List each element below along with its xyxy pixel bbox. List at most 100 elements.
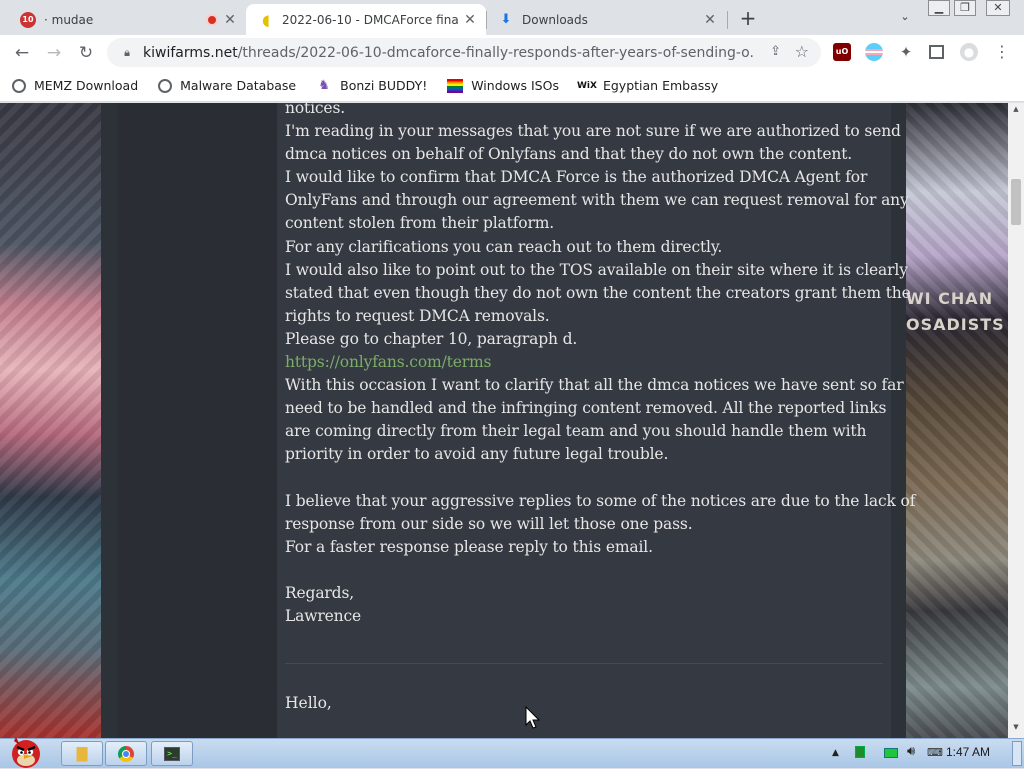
page-scrollbar[interactable]: ▲ ▼ [1008, 103, 1024, 738]
keyboard-layout-icon[interactable]: ⌨ [927, 746, 943, 759]
start-button-angry-bird-icon[interactable] [2, 731, 50, 769]
rainbow-flag-icon [447, 78, 464, 93]
message-line: need to be handled and the infringing co… [285, 399, 887, 418]
tray-app-icon[interactable] [855, 746, 865, 758]
scroll-down-arrow-icon[interactable]: ▼ [1008, 723, 1024, 731]
bookmark-label: Malware Database [180, 78, 297, 93]
tab-separator [727, 11, 728, 29]
message-line: For any clarifications you can reach out… [285, 237, 723, 256]
message-line: I would also like to point out to the TO… [285, 260, 908, 279]
message-line: With this occasion I want to clarify tha… [285, 376, 904, 395]
message-line: notices. [285, 103, 346, 117]
tray-expand-icon[interactable]: ▲ [832, 748, 839, 758]
globe-icon [12, 78, 26, 93]
close-window-button[interactable]: ✕ [986, 0, 1010, 16]
message-line: Regards, [285, 583, 355, 602]
wix-icon: WiX [577, 80, 597, 91]
message-line: OnlyFans and through our agreement with … [285, 191, 909, 210]
tab-dmcaforce[interactable]: ◖ 2022-06-10 - DMCAForce fina ✕ [246, 4, 486, 35]
side-panel-icon[interactable] [929, 45, 944, 59]
taskbar-terminal-button[interactable]: >_ [151, 741, 193, 766]
extensions-puzzle-icon[interactable]: ✦ [897, 43, 915, 61]
message-line: content stolen from their platform. [285, 214, 555, 233]
taskbar-chrome-button[interactable] [105, 741, 147, 766]
taskbar-clock[interactable]: 1:47 AM [946, 745, 990, 759]
volume-icon[interactable]: 🔊︎ [907, 744, 915, 759]
bookmark-windows-isos[interactable]: Windows ISOs [445, 78, 561, 93]
background-banner-text: WI CHAN [906, 289, 994, 308]
message-line: Lawrence [285, 607, 362, 626]
share-icon[interactable]: ⇪ [770, 44, 781, 59]
browser-toolbar: ← → ↻ 🔒︎ kiwifarms.net/threads/2022-06-1… [0, 35, 1024, 70]
tab-downloads[interactable]: ⬇ Downloads ✕ [486, 4, 726, 35]
chrome-icon [118, 745, 134, 762]
mudae-icon: 10 [20, 11, 36, 28]
message-line: I would like to confirm that DMCA Force … [285, 168, 868, 187]
bookmark-label: Egyptian Embassy [602, 78, 719, 93]
post-user-column [117, 103, 277, 738]
forward-icon[interactable]: → [41, 40, 67, 66]
message-line: priority in order to avoid any future le… [285, 445, 669, 464]
scrollbar-thumb[interactable] [1011, 179, 1021, 225]
bookmark-bonzi-buddy[interactable]: ♞ Bonzi BUDDY! [314, 78, 429, 94]
message-line: are coming directly from their legal tea… [285, 422, 867, 441]
tab-title: 2022-06-10 - DMCAForce fina [282, 12, 458, 27]
next-message-greeting: Hello, [285, 694, 332, 712]
bookmark-malware-database[interactable]: Malware Database [156, 78, 298, 93]
trans-flag-extension-icon[interactable] [865, 43, 883, 61]
show-desktop-button[interactable] [1012, 741, 1022, 766]
minimize-button[interactable]: ▁ [928, 0, 950, 16]
message-line: I'm reading in your messages that you ar… [285, 122, 901, 141]
more-menu-icon[interactable]: ⋮ [993, 43, 1011, 61]
maximize-button[interactable]: ❐ [954, 0, 976, 16]
bookmark-label: MEMZ Download [34, 78, 139, 93]
close-icon[interactable]: ✕ [702, 12, 718, 28]
recording-icon [206, 13, 218, 26]
mouse-cursor-icon [525, 706, 541, 729]
message-line: stated that even though they do not own … [285, 283, 911, 302]
url-text[interactable]: kiwifarms.net/threads/2022-06-10-dmcafor… [143, 45, 753, 61]
kiwi-icon: ◖ [262, 10, 270, 29]
ublock-icon[interactable]: uO [833, 43, 851, 61]
post-message: notices. I'm reading in your messages tha… [285, 103, 916, 628]
profile-avatar-icon[interactable]: ● [960, 43, 978, 61]
globe-icon [158, 78, 173, 93]
terms-link[interactable]: https://onlyfans.com/terms [285, 351, 885, 374]
message-line: dmca notices on behalf of Onlyfans and t… [285, 145, 853, 164]
network-icon[interactable] [884, 748, 898, 758]
bookmark-memz[interactable]: MEMZ Download [10, 78, 140, 93]
message-line: rights to request DMCA removals. [285, 306, 550, 325]
bonzi-icon: ♞ [318, 78, 330, 93]
bookmark-egyptian-embassy[interactable]: WiX Egyptian Embassy [577, 78, 720, 94]
folder-icon: ▇ [76, 745, 88, 762]
terminal-icon: >_ [164, 746, 180, 761]
reload-icon[interactable]: ↻ [73, 40, 99, 66]
tab-strip: 10 · mudae ✕ ◖ 2022-06-10 - DMCAForce fi… [0, 0, 1024, 35]
bookmark-label: Windows ISOs [471, 78, 559, 93]
tab-title: · mudae [44, 12, 94, 27]
address-bar[interactable]: 🔒︎ kiwifarms.net/threads/2022-06-10-dmca… [107, 38, 821, 67]
close-icon[interactable]: ✕ [222, 12, 238, 28]
tab-title: Downloads [522, 12, 588, 27]
message-line: I believe that your aggressive replies t… [285, 491, 916, 510]
scroll-up-arrow-icon[interactable]: ▲ [1008, 105, 1024, 113]
background-artwork-right [906, 103, 1008, 738]
background-artwork-left [0, 103, 101, 738]
bookmark-star-icon[interactable]: ☆ [795, 42, 809, 61]
bookmark-label: Bonzi BUDDY! [340, 78, 428, 93]
tab-search-icon[interactable]: ⌄ [895, 10, 915, 26]
bookmarks-bar: MEMZ Download Malware Database ♞ Bonzi B… [0, 70, 1024, 102]
back-icon[interactable]: ← [9, 40, 35, 66]
tab-mudae[interactable]: 10 · mudae ✕ [8, 4, 246, 35]
background-banner-text: OSADISTS [906, 315, 1005, 334]
new-tab-button[interactable]: + [736, 7, 760, 31]
page-viewport: WI CHAN OSADISTS notices. I'm reading in … [0, 103, 1008, 738]
taskbar-explorer-button[interactable]: ▇ [61, 741, 103, 766]
message-line: response from our side so we will let th… [285, 514, 693, 533]
taskbar: ▇ >_ ▲ 🔊︎ ⌨ 1:47 AM [0, 737, 1024, 768]
close-icon[interactable]: ✕ [462, 12, 478, 28]
lock-icon[interactable]: 🔒︎ [119, 46, 135, 60]
download-icon: ⬇ [500, 12, 512, 27]
